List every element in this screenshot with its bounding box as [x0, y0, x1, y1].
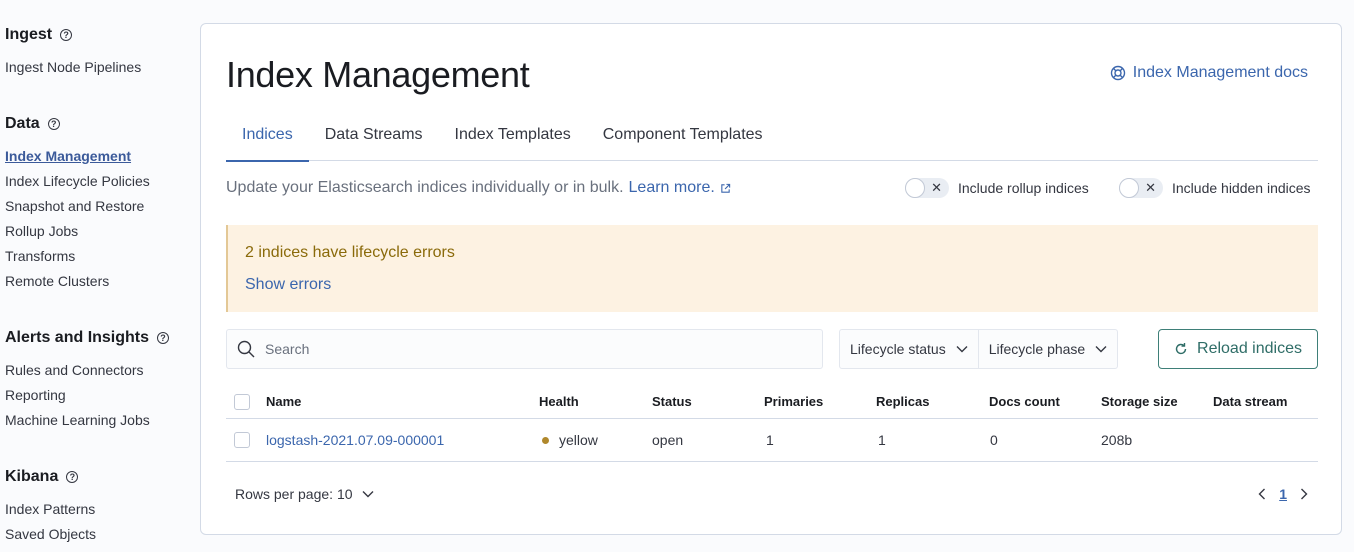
- sidebar-item-saved-objects[interactable]: Saved Objects: [5, 526, 96, 542]
- lifebuoy-icon: [1110, 65, 1125, 81]
- sidebar-item-remote-clusters[interactable]: Remote Clusters: [5, 273, 109, 289]
- help-icon[interactable]: ?: [66, 471, 79, 483]
- reload-indices-label: Reload indices: [1197, 340, 1302, 357]
- sidebar-item-rules-and-connectors[interactable]: Rules and Connectors: [5, 362, 144, 378]
- table-header: Name Health Status Primaries Replicas Do…: [226, 385, 1318, 419]
- rollup-toggle-label: Include rollup indices: [958, 180, 1089, 196]
- external-link-icon: [721, 183, 730, 193]
- sidebar-item-transforms[interactable]: Transforms: [5, 248, 75, 264]
- sidebar-group-kibana: Kibana ?: [5, 468, 79, 486]
- rollup-toggle[interactable]: ✕ Include rollup indices: [905, 178, 1089, 198]
- switch-knob: [1119, 178, 1139, 198]
- index-name-link[interactable]: logstash-2021.07.09-000001: [266, 432, 444, 448]
- help-icon[interactable]: ?: [157, 332, 170, 344]
- sidebar-item-index-patterns[interactable]: Index Patterns: [5, 501, 95, 517]
- sidebar-group-alerts-and-insights: Alerts and Insights ?: [5, 329, 170, 347]
- lifecycle-status-filter[interactable]: Lifecycle status: [840, 330, 978, 368]
- search-field[interactable]: [226, 329, 823, 369]
- tab-component-templates[interactable]: Component Templates: [587, 116, 779, 161]
- rows-per-page-selector[interactable]: Rows per page: 10: [235, 486, 374, 502]
- column-header-storage-size[interactable]: Storage size: [1101, 394, 1178, 409]
- sidebar-item-machine-learning-jobs[interactable]: Machine Learning Jobs: [5, 412, 150, 428]
- page-number-button[interactable]: 1: [1279, 486, 1287, 502]
- indices-table: Name Health Status Primaries Replicas Do…: [226, 385, 1318, 462]
- close-icon: ✕: [931, 180, 942, 195]
- status-cell: open: [652, 432, 684, 448]
- column-header-name[interactable]: Name: [266, 394, 301, 409]
- close-icon: ✕: [1145, 180, 1156, 195]
- sidebar-item-index-management[interactable]: Index Management: [5, 148, 131, 164]
- column-header-status[interactable]: Status: [652, 394, 692, 409]
- sidebar-group-title: Kibana: [5, 468, 59, 485]
- description-text: Update your Elasticsearch indices indivi…: [226, 179, 624, 196]
- search-icon: [237, 340, 255, 358]
- chevron-down-icon: [956, 346, 968, 353]
- switch-knob: [905, 178, 925, 198]
- health-value: yellow: [559, 432, 598, 448]
- health-dot-icon: [542, 437, 549, 444]
- sidebar-item-reporting[interactable]: Reporting: [5, 387, 66, 403]
- select-all-checkbox[interactable]: [234, 393, 250, 410]
- tab-index-templates[interactable]: Index Templates: [439, 116, 587, 161]
- learn-more-link[interactable]: Learn more.: [629, 179, 715, 197]
- page-description: Update your Elasticsearch indices indivi…: [226, 179, 731, 197]
- docs-count-cell: 0: [990, 432, 998, 448]
- refresh-icon: [1175, 343, 1187, 355]
- show-errors-link[interactable]: Show errors: [245, 276, 331, 294]
- help-icon[interactable]: ?: [60, 29, 73, 41]
- page-title: Index Management: [226, 54, 530, 95]
- help-icon[interactable]: ?: [47, 118, 60, 130]
- reload-indices-button[interactable]: Reload indices: [1158, 329, 1318, 369]
- main-panel: Index Management Index Management docs I…: [200, 23, 1342, 535]
- tab-bar: Indices Data Streams Index Templates Com…: [226, 116, 1318, 162]
- sidebar-group-title: Ingest: [5, 26, 53, 43]
- chevron-left-icon[interactable]: [1258, 488, 1266, 500]
- chevron-down-icon: [362, 491, 374, 498]
- sidebar-item-index-lifecycle-policies[interactable]: Index Lifecycle Policies: [5, 173, 150, 189]
- column-header-health[interactable]: Health: [539, 394, 579, 409]
- filter-group: Lifecycle status Lifecycle phase: [839, 329, 1119, 369]
- lifecycle-status-label: Lifecycle status: [850, 341, 946, 357]
- tab-indices[interactable]: Indices: [226, 116, 309, 162]
- pagination: 1: [1258, 486, 1308, 502]
- column-header-primaries[interactable]: Primaries: [764, 394, 823, 409]
- sidebar-group-title: Data: [5, 115, 40, 132]
- lifecycle-errors-callout: 2 indices have lifecycle errors Show err…: [226, 225, 1318, 312]
- lifecycle-phase-filter[interactable]: Lifecycle phase: [977, 330, 1118, 368]
- sidebar-group-ingest: Ingest ?: [5, 26, 73, 44]
- hidden-toggle[interactable]: ✕ Include hidden indices: [1119, 178, 1311, 198]
- docs-link[interactable]: Index Management docs: [1110, 64, 1308, 82]
- sidebar-item-rollup-jobs[interactable]: Rollup Jobs: [5, 223, 78, 239]
- sidebar-group-title: Alerts and Insights: [5, 329, 150, 346]
- sidebar-group-data: Data ?: [5, 115, 60, 133]
- search-input[interactable]: [265, 341, 805, 357]
- chevron-down-icon: [1095, 346, 1107, 353]
- callout-title: 2 indices have lifecycle errors: [245, 244, 455, 261]
- replicas-cell: 1: [878, 432, 886, 448]
- health-cell: yellow: [542, 432, 598, 448]
- tab-data-streams[interactable]: Data Streams: [309, 116, 439, 161]
- storage-size-cell: 208b: [1101, 432, 1133, 448]
- docs-link-label: Index Management docs: [1132, 64, 1308, 81]
- sidebar-item-ingest-node-pipelines[interactable]: Ingest Node Pipelines: [5, 59, 141, 75]
- sidebar: Ingest ? Ingest Node Pipelines Data ? In…: [0, 0, 195, 552]
- hidden-toggle-label: Include hidden indices: [1172, 180, 1311, 196]
- row-checkbox[interactable]: [234, 432, 250, 448]
- hidden-switch[interactable]: ✕: [1119, 178, 1163, 198]
- rows-per-page-label: Rows per page: 10: [235, 486, 353, 502]
- column-header-data-stream[interactable]: Data stream: [1213, 394, 1287, 409]
- primaries-cell: 1: [766, 432, 774, 448]
- sidebar-item-snapshot-and-restore[interactable]: Snapshot and Restore: [5, 198, 144, 214]
- table-row: logstash-2021.07.09-000001 yellow open 1…: [226, 419, 1318, 462]
- lifecycle-phase-label: Lifecycle phase: [988, 341, 1086, 357]
- chevron-right-icon[interactable]: [1300, 488, 1308, 500]
- column-header-docs-count[interactable]: Docs count: [989, 394, 1060, 409]
- rollup-switch[interactable]: ✕: [905, 178, 949, 198]
- column-header-replicas[interactable]: Replicas: [876, 394, 929, 409]
